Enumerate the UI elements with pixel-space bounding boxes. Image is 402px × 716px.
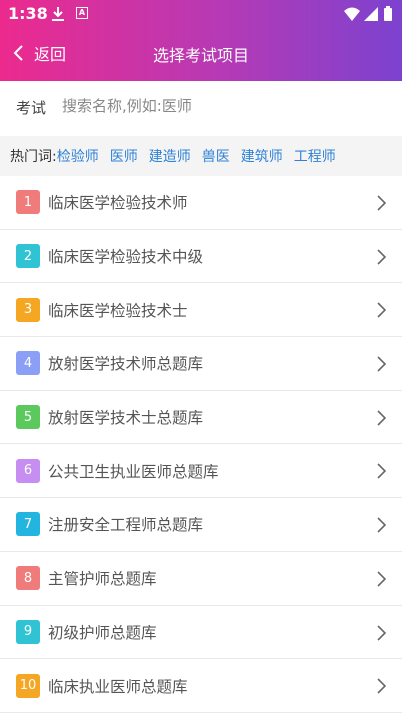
list-item[interactable]: 3 临床医学检验技术士 — [0, 283, 402, 338]
hot-tag-兽医[interactable]: 兽医 — [202, 146, 230, 166]
list-item-label: 主管护师总题库 — [48, 570, 157, 589]
list-item[interactable]: 6 公共卫生执业医师总题库 — [0, 444, 402, 499]
chevron-right-icon — [377, 410, 386, 426]
download-icon — [52, 7, 64, 21]
number-badge: 9 — [16, 619, 40, 644]
exam-list: 1 临床医学检验技术师 2 临床医学检验技术中级 3 临床医学检验技术士 4 放… — [0, 176, 402, 713]
number-badge: 8 — [16, 566, 40, 591]
chevron-right-icon — [377, 517, 386, 533]
signal-icon — [364, 7, 378, 21]
list-item[interactable]: 2 临床医学检验技术中级 — [0, 229, 402, 284]
list-item[interactable]: 5 放射医学技术士总题库 — [0, 390, 402, 445]
page-title: 选择考试项目 — [152, 46, 249, 65]
number-badge: 7 — [16, 512, 40, 537]
hot-words-label: 热门词: — [10, 149, 57, 165]
list-item[interactable]: 8 主管护师总题库 — [0, 551, 402, 606]
chevron-right-icon — [377, 678, 386, 694]
chevron-right-icon — [377, 249, 386, 265]
list-item-label: 注册安全工程师总题库 — [48, 516, 204, 535]
number-badge: 4 — [16, 351, 40, 376]
header: 1:38 A 返回 选择考试项目 — [0, 0, 402, 81]
hot-tag-建造师[interactable]: 建造师 — [149, 146, 191, 166]
chevron-right-icon — [377, 571, 386, 587]
search-label: 考试 — [16, 99, 47, 117]
list-item-label: 初级护师总题库 — [48, 623, 157, 642]
navigation-bar: 返回 选择考试项目 — [0, 28, 402, 81]
list-item-label: 临床执业医师总题库 — [48, 677, 188, 696]
status-time: 1:38 — [8, 4, 48, 23]
chevron-right-icon — [377, 195, 386, 211]
list-item-label: 临床医学检验技术士 — [48, 301, 188, 320]
list-item[interactable]: 7 注册安全工程师总题库 — [0, 498, 402, 552]
search-input[interactable] — [62, 91, 382, 121]
search-row: 考试 — [0, 81, 402, 133]
number-badge: 6 — [16, 458, 40, 483]
list-item-label: 放射医学技术师总题库 — [48, 355, 204, 374]
number-badge: 10 — [16, 673, 40, 698]
wifi-icon — [344, 7, 360, 21]
chevron-right-icon — [377, 624, 386, 641]
list-item[interactable]: 10 临床执业医师总题库 — [0, 659, 402, 713]
battery-icon — [384, 6, 392, 21]
number-badge: 2 — [16, 244, 40, 269]
chevron-right-icon — [377, 463, 386, 480]
number-badge: 5 — [16, 405, 40, 430]
list-item-label: 公共卫生执业医师总题库 — [48, 462, 219, 481]
status-bar: 1:38 A — [0, 0, 402, 28]
hot-words-bar: 热门词: 检验师 医师 建造师 兽医 建筑师 工程师 — [0, 136, 402, 176]
list-item[interactable]: 1 临床医学检验技术师 — [0, 176, 402, 230]
list-item-label: 放射医学技术士总题库 — [48, 409, 204, 428]
hot-tag-医师[interactable]: 医师 — [110, 146, 138, 166]
chevron-right-icon — [377, 302, 386, 318]
list-item[interactable]: 4 放射医学技术师总题库 — [0, 337, 402, 391]
number-badge: 1 — [16, 190, 40, 215]
chevron-right-icon — [377, 356, 386, 372]
list-item-label: 临床医学检验技术师 — [48, 194, 188, 213]
hot-tag-工程师[interactable]: 工程师 — [294, 146, 336, 166]
a-icon: A — [76, 7, 88, 19]
list-item[interactable]: 9 初级护师总题库 — [0, 605, 402, 660]
number-badge: 3 — [16, 297, 40, 322]
list-item-label: 临床医学检验技术中级 — [48, 248, 204, 267]
hot-tag-检验师[interactable]: 检验师 — [57, 146, 99, 166]
hot-tag-建筑师[interactable]: 建筑师 — [241, 146, 283, 166]
